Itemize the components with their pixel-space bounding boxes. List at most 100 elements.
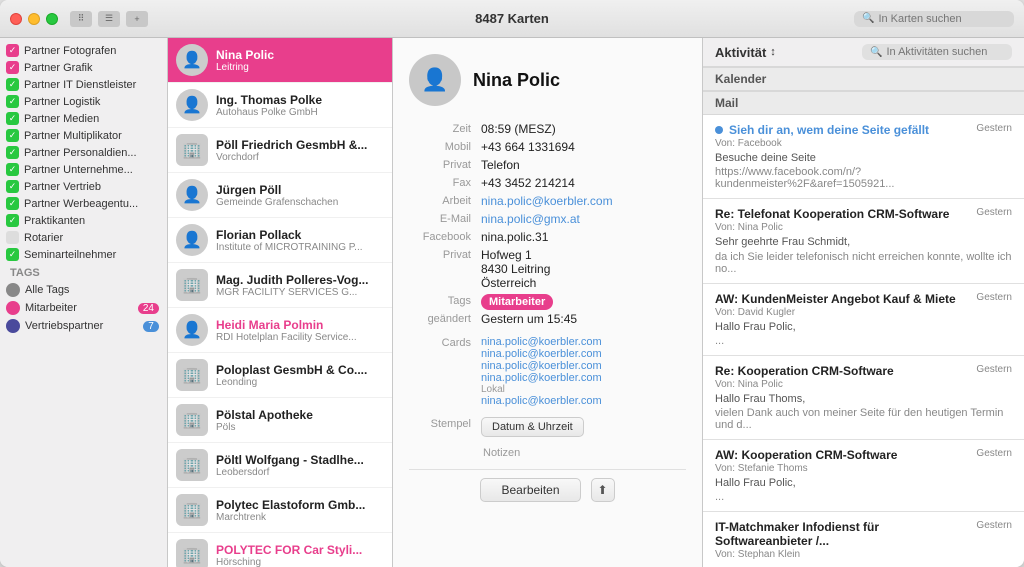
activity-search[interactable]: 🔍 xyxy=(862,44,1012,60)
contact-avatar: 👤 xyxy=(176,224,208,256)
share-button[interactable]: ⬆ xyxy=(591,478,615,502)
email-link[interactable]: nina.polic@koerbler.com xyxy=(481,194,613,208)
sidebar-checkbox[interactable] xyxy=(6,231,19,244)
minimize-button[interactable] xyxy=(28,13,40,25)
activity-search-input[interactable] xyxy=(886,46,1004,58)
contact-item-poell-friedrich[interactable]: 🏢Pöll Friedrich GesmbH &...Vorchdorf xyxy=(168,128,392,173)
sidebar-item-partner-multiplikator[interactable]: ✓Partner Multiplikator xyxy=(0,127,167,144)
contact-item-nina-polic[interactable]: 👤Nina PolicLeitring xyxy=(168,38,392,83)
contact-sub: RDI Hotelplan Facility Service... xyxy=(216,332,384,343)
sidebar-item-partner-vertrieb[interactable]: ✓Partner Vertrieb xyxy=(0,178,167,195)
sidebar-item-partner-werbung[interactable]: ✓ Partner Werbeagentu... xyxy=(0,195,167,212)
sidebar-item-label: Seminarteilnehmer xyxy=(24,249,159,261)
sidebar-item-rotarier[interactable]: Rotarier xyxy=(0,229,167,246)
contact-item-juergen-poell[interactable]: 👤Jürgen PöllGemeinde Grafenschachen xyxy=(168,173,392,218)
detail-field-value: Hofweg 18430 LeitringÖsterreich xyxy=(481,248,686,290)
contact-item-poeltl-wolfgang[interactable]: 🏢Pöltl Wolfgang - Stadlhe...Leobersdorf xyxy=(168,443,392,488)
sidebar-checkbox[interactable]: ✓ xyxy=(6,180,19,193)
sidebar-checkbox[interactable]: ✓ xyxy=(6,163,19,176)
contact-items: 👤Nina PolicLeitring👤Ing. Thomas PolkeAut… xyxy=(168,38,392,567)
sidebar-item-partner-personal[interactable]: ✓ Partner Personaldien... xyxy=(0,144,167,161)
sidebar-item-partner-fotografen[interactable]: ✓ Partner Fotografen xyxy=(0,42,167,59)
add-contact-icon[interactable]: + xyxy=(126,11,148,27)
unread-dot xyxy=(715,126,723,134)
mail-item-mail-5[interactable]: AW: Kooperation CRM-SoftwareGesternVon: … xyxy=(703,440,1024,512)
contact-item-heidi-polmin[interactable]: 👤Heidi Maria PolminRDI Hotelplan Facilit… xyxy=(168,308,392,353)
notes-label: Notizen xyxy=(409,447,686,459)
sidebar-tag-mitarbeiter[interactable]: Mitarbeiter24 xyxy=(0,299,167,317)
traffic-lights xyxy=(10,13,58,25)
sidebar-tag-alle-tags[interactable]: Alle Tags xyxy=(0,281,167,299)
contact-item-judith-polleres[interactable]: 🏢Mag. Judith Polleres-Vog...MGR FACILITY… xyxy=(168,263,392,308)
sidebar-checkbox[interactable]: ✓ xyxy=(6,112,19,125)
sidebar-tag-vertriebspartner[interactable]: Vertriebspartner7 xyxy=(0,317,167,335)
contact-sub: Vorchdorf xyxy=(216,152,384,163)
sidebar-checkbox[interactable]: ✓ xyxy=(6,61,19,74)
sidebar-item-label: Partner Personaldien... xyxy=(24,147,159,159)
contact-item-poloplast[interactable]: 🏢Poloplast GesmbH & Co....Leonding xyxy=(168,353,392,398)
detail-field-value[interactable]: nina.polic@koerbler.com xyxy=(481,194,686,208)
card-link[interactable]: nina.polic@koerbler.com xyxy=(481,372,602,384)
sidebar-item-partner-logistik[interactable]: ✓Partner Logistik xyxy=(0,93,167,110)
sidebar-item-praktikanten[interactable]: ✓Praktikanten xyxy=(0,212,167,229)
sidebar-checkbox[interactable]: ✓ xyxy=(6,95,19,108)
view-list-icon[interactable]: ⠿ xyxy=(70,11,92,27)
section-header-mail: Mail xyxy=(703,91,1024,115)
tag-color-icon xyxy=(6,283,20,297)
card-link[interactable]: nina.polic@koerbler.com xyxy=(481,360,602,372)
sidebar-checkbox[interactable]: ✓ xyxy=(6,214,19,227)
mail-item-mail-6[interactable]: IT-Matchmaker Infodienst für Softwareanb… xyxy=(703,512,1024,567)
mail-item-header: Sieh dir an, wem deine Seite gefälltGest… xyxy=(715,123,1012,137)
card-link[interactable]: nina.polic@koerbler.com xyxy=(481,395,602,407)
stempel-button[interactable]: Datum & Uhrzeit xyxy=(481,417,584,437)
detail-cards-row: Cards nina.polic@koerbler.comnina.polic@… xyxy=(409,334,686,409)
mail-item-mail-2[interactable]: Re: Telefonat Kooperation CRM-SoftwareGe… xyxy=(703,199,1024,283)
edit-button[interactable]: Bearbeiten xyxy=(480,478,580,502)
sidebar-checkbox[interactable]: ✓ xyxy=(6,78,19,91)
mail-item-mail-1[interactable]: Sieh dir an, wem deine Seite gefälltGest… xyxy=(703,115,1024,199)
contact-item-polytec-car[interactable]: 🏢POLYTEC FOR Car Styli...Hörsching xyxy=(168,533,392,567)
sidebar-item-seminarteilnehmer[interactable]: ✓ Seminarteilnehmer xyxy=(0,246,167,263)
email-link[interactable]: nina.polic@gmx.at xyxy=(481,212,580,226)
sidebar-item-partner-grafik[interactable]: ✓ Partner Grafik xyxy=(0,59,167,76)
contact-item-florian-pollack[interactable]: 👤Florian PollackInstitute of MICROTRAINI… xyxy=(168,218,392,263)
detail-field-value[interactable]: nina.polic@gmx.at xyxy=(481,212,686,226)
mail-date: Gestern xyxy=(976,364,1012,375)
sidebar-item-partner-medien[interactable]: ✓Partner Medien xyxy=(0,110,167,127)
global-search[interactable]: 🔍 xyxy=(854,11,1014,27)
close-button[interactable] xyxy=(10,13,22,25)
detail-pane: 👤 Nina Polic Zeit08:59 (MESZ)Mobil+43 66… xyxy=(393,38,703,567)
sidebar-checkbox[interactable]: ✓ xyxy=(6,146,19,159)
mail-item-mail-3[interactable]: AW: KundenMeister Angebot Kauf & MieteGe… xyxy=(703,284,1024,356)
global-search-input[interactable] xyxy=(878,13,1006,25)
sort-icon[interactable]: ↕ xyxy=(770,46,776,58)
contact-item-poelstal-apotheke[interactable]: 🏢Pölstal ApothekePöls xyxy=(168,398,392,443)
detail-field-label: E-Mail xyxy=(409,212,477,225)
sidebar-item-partner-unternehmen[interactable]: ✓Partner Unternehme... xyxy=(0,161,167,178)
mail-preview-extra: da ich Sie leider telefonisch nicht erre… xyxy=(715,251,1012,275)
sidebar-checkbox[interactable]: ✓ xyxy=(6,129,19,142)
contact-item-polytec-elastoform[interactable]: 🏢Polytec Elastoform Gmb...Marchtrenk xyxy=(168,488,392,533)
card-link[interactable]: nina.polic@koerbler.com xyxy=(481,348,602,360)
maximize-button[interactable] xyxy=(46,13,58,25)
contact-item-thomas-polke[interactable]: 👤Ing. Thomas PolkeAutohaus Polke GmbH xyxy=(168,83,392,128)
mail-item-mail-4[interactable]: Re: Kooperation CRM-SoftwareGesternVon: … xyxy=(703,356,1024,440)
sidebar-item-label: Partner Grafik xyxy=(24,62,159,74)
contact-info: POLYTEC FOR Car Styli...Hörsching xyxy=(216,543,384,567)
sidebar-item-label: Partner Fotografen xyxy=(24,45,159,57)
tag-label: Vertriebspartner xyxy=(25,320,138,332)
view-grid-icon[interactable]: ☰ xyxy=(98,11,120,27)
detail-field-label: Facebook xyxy=(409,230,477,243)
sidebar-item-partner-it[interactable]: ✓Partner IT Dienstleister xyxy=(0,76,167,93)
contact-avatar: 👤 xyxy=(176,314,208,346)
sidebar-checkbox[interactable]: ✓ xyxy=(6,44,19,57)
sidebar-checkbox[interactable]: ✓ xyxy=(6,248,19,261)
contact-avatar: 🏢 xyxy=(176,134,208,166)
sidebar-item-label: Partner Werbeagentu... xyxy=(24,198,159,210)
sidebar-tags: Alle TagsMitarbeiter24Vertriebspartner7 xyxy=(0,281,167,335)
mail-item-header: AW: KundenMeister Angebot Kauf & MieteGe… xyxy=(715,292,1012,306)
contact-avatar: 🏢 xyxy=(176,449,208,481)
tag-label: Mitarbeiter xyxy=(25,302,133,314)
card-link[interactable]: nina.polic@koerbler.com xyxy=(481,336,602,348)
sidebar-checkbox[interactable]: ✓ xyxy=(6,197,19,210)
